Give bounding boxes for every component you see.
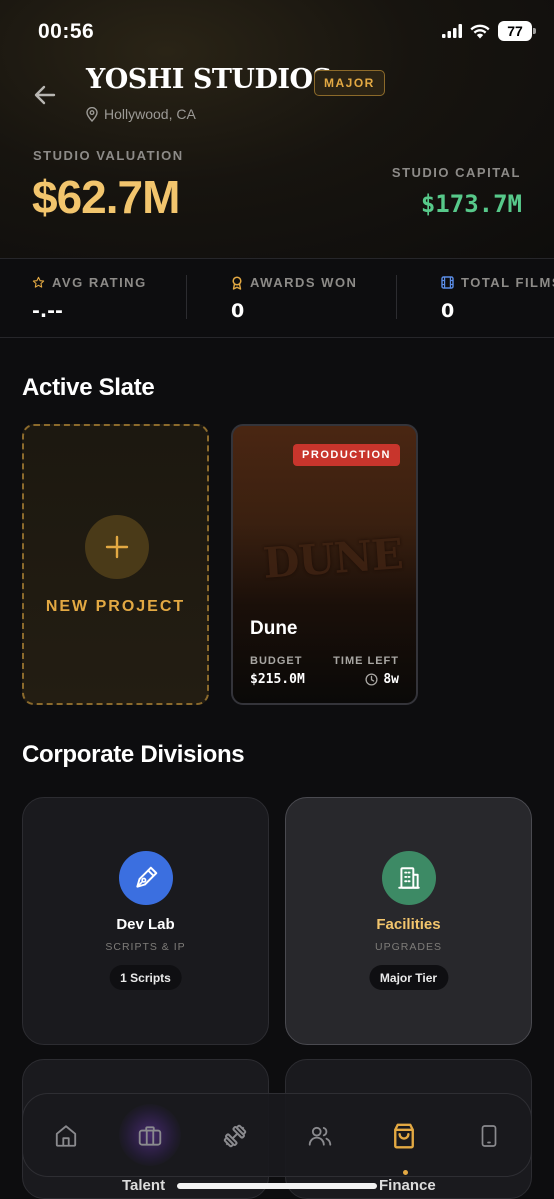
status-icons: 77 <box>442 21 536 41</box>
status-bar: 00:56 77 <box>0 0 554 62</box>
building-icon <box>398 867 420 889</box>
capital-label: STUDIO CAPITAL <box>391 165 521 180</box>
stat-label: TOTAL FILMS <box>461 275 554 290</box>
nav-briefcase[interactable] <box>130 1116 170 1156</box>
division-subtitle: UPGRADES <box>375 941 442 953</box>
time-left-value: 8w <box>383 672 399 687</box>
film-poster-art: DUNE <box>261 529 404 588</box>
star-icon <box>32 276 45 288</box>
location-text: Hollywood, CA <box>104 106 196 122</box>
phone-icon <box>481 1125 497 1147</box>
budget-value: $215.0M <box>250 672 305 687</box>
dumbbell-icon <box>223 1124 247 1148</box>
division-dev-lab[interactable]: Dev Lab SCRIPTS & IP 1 Scripts <box>22 797 269 1045</box>
stat-value: 0 <box>441 300 455 322</box>
valuation-label: STUDIO VALUATION <box>33 148 184 163</box>
time-left: 8w <box>365 672 399 687</box>
nav-finance[interactable] <box>384 1116 424 1156</box>
new-project-card[interactable]: NEW PROJECT <box>22 424 209 705</box>
pen-nib-icon <box>136 866 158 888</box>
division-title: Dev Lab <box>116 916 175 933</box>
time-left-label: TIME LEFT <box>333 655 399 667</box>
stat-divider <box>396 275 397 319</box>
stat-total-films: TOTAL FILMS 0 <box>441 275 554 322</box>
stat-divider <box>186 275 187 319</box>
stats-row: AVG RATING -.-- AWARDS WON 0 TOTAL FILMS… <box>0 258 554 338</box>
nav-talent[interactable] <box>300 1116 340 1156</box>
home-icon <box>55 1125 77 1147</box>
division-facilities[interactable]: Facilities UPGRADES Major Tier <box>285 797 532 1045</box>
film-title: Dune <box>250 618 298 639</box>
stat-awards-won: AWARDS WON 0 <box>231 275 357 322</box>
map-pin-icon <box>86 106 98 122</box>
plus-circle <box>85 515 149 579</box>
stat-value: 0 <box>231 300 245 322</box>
new-project-label: NEW PROJECT <box>45 598 186 615</box>
nav-active-indicator <box>403 1170 408 1175</box>
peek-label-talent: Talent <box>122 1177 166 1194</box>
nav-phone[interactable] <box>469 1116 509 1156</box>
division-title: Facilities <box>376 916 441 933</box>
battery-indicator: 77 <box>498 21 536 41</box>
users-icon <box>308 1126 332 1146</box>
plus-icon <box>105 535 129 559</box>
stat-avg-rating: AVG RATING -.-- <box>32 275 147 322</box>
film-card-dune[interactable]: PRODUCTION DUNE Dune BUDGET $215.0M TIME… <box>231 424 418 705</box>
division-pill: Major Tier <box>368 965 449 990</box>
nav-home[interactable] <box>46 1116 86 1156</box>
film-icon <box>441 276 454 289</box>
studio-name: YOSHI STUDIOS <box>86 64 332 95</box>
capital-value: $173.7M <box>420 190 522 218</box>
nav-training[interactable] <box>215 1116 255 1156</box>
clock-icon <box>365 673 378 686</box>
stat-label: AWARDS WON <box>250 275 358 290</box>
peek-label-finance: Finance <box>379 1177 436 1194</box>
studio-location: Hollywood, CA <box>86 106 196 122</box>
bottom-nav <box>22 1093 532 1177</box>
active-slate-title: Active Slate <box>22 374 155 401</box>
tier-badge: MAJOR <box>314 70 385 96</box>
shopping-bag-icon <box>394 1123 414 1149</box>
film-status-badge: PRODUCTION <box>293 444 400 466</box>
award-icon <box>232 275 242 290</box>
status-time: 00:56 <box>38 20 95 43</box>
home-indicator[interactable] <box>177 1183 377 1189</box>
division-icon-circle <box>119 851 173 905</box>
arrow-left-icon <box>34 85 56 105</box>
division-subtitle: SCRIPTS & IP <box>105 941 186 953</box>
back-button[interactable] <box>30 80 60 110</box>
briefcase-icon <box>138 1126 162 1146</box>
stat-label: AVG RATING <box>52 275 147 290</box>
division-pill: 1 Scripts <box>109 965 182 990</box>
signal-icon <box>442 24 462 38</box>
wifi-icon <box>470 24 490 38</box>
budget-label: BUDGET <box>250 655 303 667</box>
stat-value: -.-- <box>32 300 63 322</box>
valuation-value: $62.7M <box>32 171 180 223</box>
division-icon-circle <box>382 851 436 905</box>
corporate-divisions-title: Corporate Divisions <box>22 741 245 768</box>
